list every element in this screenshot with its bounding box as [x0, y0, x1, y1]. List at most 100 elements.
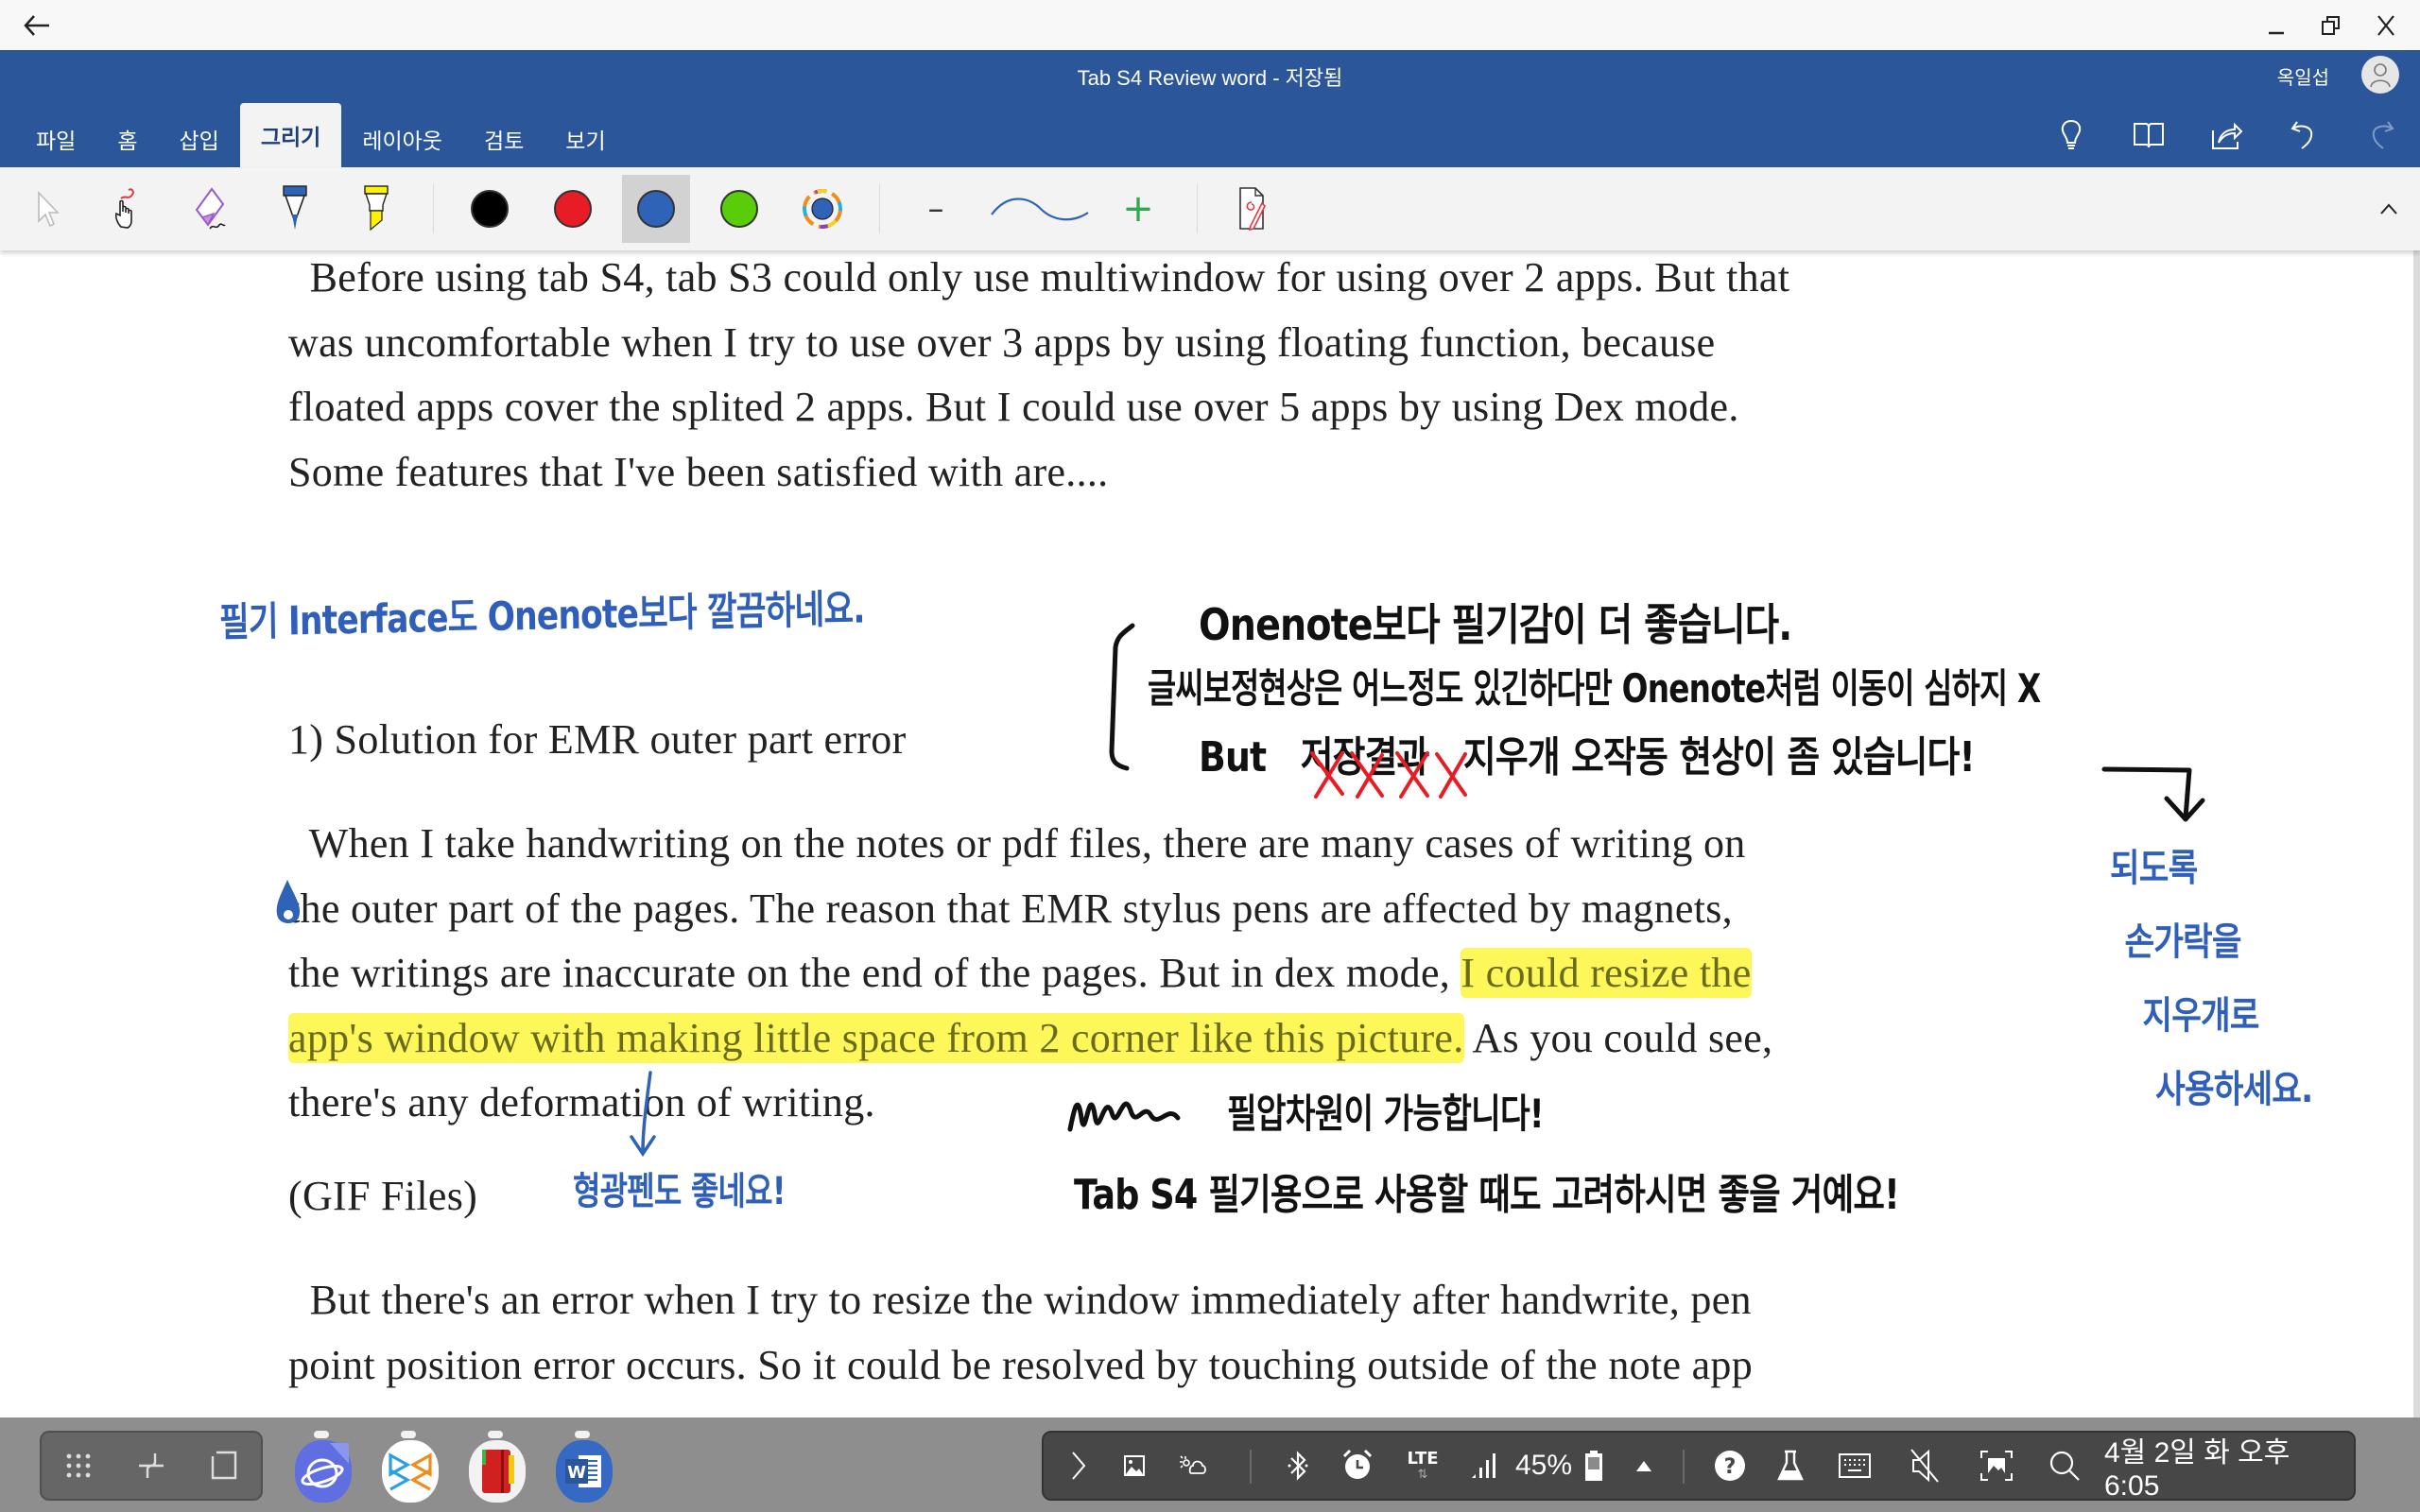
- apps-button[interactable]: [50, 1437, 107, 1494]
- red-notebook-icon: [482, 1450, 514, 1493]
- restore-button[interactable]: [2310, 8, 2352, 43]
- thickness-decrease-button[interactable]: –: [902, 175, 970, 243]
- notifications-button[interactable]: [1620, 1433, 1668, 1499]
- notes-app[interactable]: [469, 1440, 526, 1503]
- tray-expand-button[interactable]: [1055, 1433, 1102, 1499]
- app-running-indicator: [575, 1431, 590, 1438]
- struck-text: 저장결과: [1300, 733, 1430, 782]
- color-green[interactable]: [705, 175, 773, 243]
- ink-note-interface[interactable]: 필기 Interface도 Onenote보다 깔끔하네요.: [219, 576, 865, 648]
- color-blue-selected[interactable]: [622, 175, 690, 243]
- tab-label: 보기: [565, 129, 606, 154]
- ink-note-onenote-feel[interactable]: Onenote보다 필기감이 더 좋습니다.: [1199, 591, 1792, 653]
- recents-icon: [138, 1453, 164, 1478]
- data-arrows-icon: ⇅: [1417, 1468, 1428, 1482]
- system-bar: [0, 0, 2420, 50]
- tab-view[interactable]: 보기: [544, 111, 626, 167]
- tab-insert[interactable]: 삽입: [159, 111, 240, 167]
- tab-file[interactable]: 파일: [15, 111, 96, 167]
- color-red[interactable]: [539, 175, 607, 243]
- chevron-up-icon: [2380, 203, 2397, 215]
- color-black[interactable]: [456, 175, 524, 243]
- keyboard-button[interactable]: [1824, 1433, 1885, 1499]
- search-button[interactable]: [2036, 1433, 2093, 1499]
- document-canvas[interactable]: Before using tab S4, tab S3 could only u…: [0, 250, 2420, 1418]
- samsung-internet-beta-icon: [301, 1443, 349, 1488]
- redo-button[interactable]: [2342, 109, 2420, 162]
- ink-bracket: [1109, 623, 1135, 771]
- clock-datetime[interactable]: 4월 2일 화 오후 6:05: [2104, 1433, 2352, 1502]
- pen-tool[interactable]: [261, 175, 329, 243]
- bluetooth-icon: [1288, 1451, 1308, 1481]
- tab-layout[interactable]: 레이아웃: [341, 111, 463, 167]
- user-name[interactable]: 옥일섭: [2277, 62, 2329, 90]
- plus-icon: +: [1122, 187, 1154, 231]
- ribbon-tabs: 파일 홈 삽입 그리기 레이아웃 검토 보기: [15, 103, 627, 167]
- ink-note-recommend[interactable]: Tab S4 필기용으로 사용할 때도 고려하시면 좋을 거예요!: [1074, 1160, 1900, 1221]
- word-app[interactable]: W: [556, 1440, 613, 1503]
- more-colors-button[interactable]: [788, 175, 856, 243]
- undo-button[interactable]: [2265, 109, 2342, 162]
- system-tray: LTE ⇅ 45% ? 4월 2일 화 오후 6:05: [1042, 1431, 2356, 1502]
- text-line: there's any deformation of writing.: [288, 1079, 875, 1125]
- reading-mode-button[interactable]: [2110, 109, 2187, 162]
- battery-status[interactable]: [1575, 1433, 1613, 1499]
- highlighter-tool[interactable]: [342, 175, 410, 243]
- text-line: But there's an error when I try to resiz…: [288, 1277, 1752, 1323]
- pointer-arrow-icon: [38, 191, 60, 228]
- back-button[interactable]: [21, 9, 53, 42]
- volume-button[interactable]: [1894, 1433, 1955, 1499]
- labs-button[interactable]: [1762, 1433, 1819, 1499]
- gif-files-label[interactable]: (GIF Files): [288, 1164, 477, 1229]
- network-type: LTE: [1407, 1449, 1439, 1469]
- ink-editor-button[interactable]: [1219, 175, 1288, 243]
- eraser-tool[interactable]: [178, 175, 246, 243]
- polaris-office-app[interactable]: [382, 1440, 439, 1503]
- screenshot-button[interactable]: [1966, 1433, 2027, 1499]
- thickness-preview: [983, 175, 1097, 243]
- signal-status[interactable]: [1460, 1433, 1507, 1499]
- select-objects-tool[interactable]: [13, 175, 81, 243]
- triangle-up-icon: [1636, 1461, 1651, 1471]
- stroke-preview-icon: [991, 198, 1089, 221]
- struck-ink-word: 저장결과: [1300, 733, 1430, 782]
- ink-note-eraser-issue[interactable]: But 저장결과 지우개 오작동 현상이 좀 있습니다!: [1199, 723, 1976, 783]
- thickness-increase-button[interactable]: +: [1104, 175, 1172, 243]
- tab-home[interactable]: 홈: [96, 111, 158, 167]
- ink-note-correction[interactable]: 글씨보정현상은 어느정도 있긴하다만 Onenote처럼 이동이 심하지 X: [1148, 657, 2041, 714]
- weather-button[interactable]: [1167, 1433, 1219, 1499]
- home-square-icon: [212, 1451, 237, 1480]
- avatar[interactable]: [2361, 56, 2399, 94]
- samsung-internet-beta-app[interactable]: [295, 1440, 352, 1503]
- bluetooth-status[interactable]: [1274, 1433, 1322, 1499]
- paragraph-error[interactable]: But there's an error when I try to resiz…: [288, 1268, 1753, 1398]
- touch-draw-tool[interactable]: [93, 175, 161, 243]
- tray-divider: [1683, 1450, 1685, 1484]
- paragraph-emr[interactable]: When I take handwriting on the notes or …: [288, 812, 1772, 1136]
- chevron-right-icon: [1072, 1452, 1086, 1480]
- collapse-ribbon-button[interactable]: [2378, 192, 2399, 223]
- alarm-status[interactable]: [1331, 1433, 1384, 1499]
- tell-me-button[interactable]: [2032, 109, 2110, 162]
- tab-draw[interactable]: 그리기: [239, 103, 342, 167]
- gallery-button[interactable]: [1108, 1433, 1161, 1499]
- recents-button[interactable]: [123, 1437, 180, 1494]
- help-button[interactable]: ?: [1702, 1433, 1758, 1499]
- minimize-button[interactable]: [2256, 8, 2297, 43]
- network-status[interactable]: LTE ⇅: [1393, 1433, 1452, 1499]
- book-reading-icon: [2134, 123, 2164, 148]
- ink-note-pressure[interactable]: 필압차원이 가능합니다!: [1227, 1082, 1545, 1140]
- ink-note-side[interactable]: 되도록 손가락을 지우개로 사용하세요.: [2110, 832, 2313, 1126]
- ink-note-highlighter[interactable]: 형광펜도 좋네요!: [573, 1160, 786, 1215]
- paragraph-intro[interactable]: Before using tab S4, tab S3 could only u…: [288, 250, 1789, 505]
- home-button[interactable]: [196, 1437, 252, 1494]
- share-button[interactable]: [2187, 109, 2265, 162]
- close-button[interactable]: [2365, 8, 2407, 43]
- svg-text:?: ?: [1724, 1455, 1737, 1479]
- color-swatch: [720, 190, 758, 228]
- pen-icon: [283, 185, 307, 230]
- word-icon: W: [565, 1455, 601, 1487]
- section-heading[interactable]: 1) Solution for EMR outer part error: [288, 708, 907, 773]
- tab-label: 파일: [36, 129, 77, 154]
- tab-review[interactable]: 검토: [463, 111, 544, 167]
